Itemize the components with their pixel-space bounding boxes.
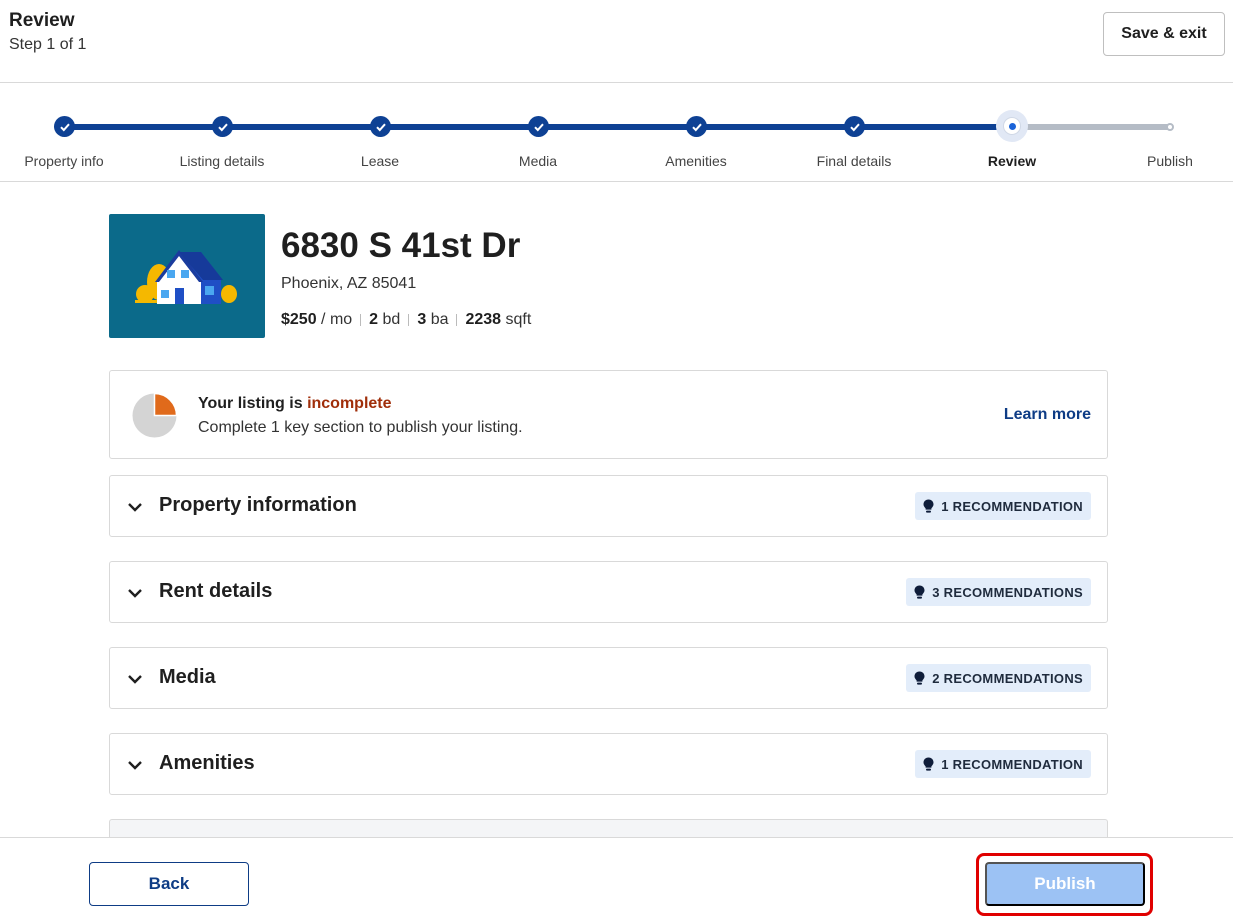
step-label-lease[interactable]: Lease xyxy=(361,153,399,169)
section-media[interactable]: Media 2 RECOMMENDATIONS xyxy=(109,647,1108,709)
progress-stepper: Property info Listing details Lease Medi… xyxy=(0,83,1233,182)
status-title-prefix: Your listing is xyxy=(198,395,303,412)
step-indicator: Step 1 of 1 xyxy=(9,36,87,53)
publish-button[interactable]: Publish xyxy=(985,862,1145,906)
recommendation-count: 1 RECOMMENDATION xyxy=(941,756,1083,772)
pie-progress-icon xyxy=(132,393,177,438)
step-review-current-icon xyxy=(996,110,1028,142)
section-title: Amenities xyxy=(159,752,255,774)
step-final-details-check-icon[interactable] xyxy=(844,116,865,137)
step-label-review: Review xyxy=(987,153,1037,169)
step-amenities-check-icon[interactable] xyxy=(686,116,707,137)
recommendation-badge: 1 RECOMMENDATION xyxy=(915,492,1091,520)
chevron-down-icon[interactable] xyxy=(126,584,144,602)
step-property-info-check-icon[interactable] xyxy=(54,116,75,137)
step-label-final-details[interactable]: Final details xyxy=(817,153,892,169)
recommendation-count: 1 RECOMMENDATION xyxy=(941,498,1083,514)
learn-more-link[interactable]: Learn more xyxy=(1004,406,1091,424)
property-thumbnail xyxy=(109,214,265,338)
chevron-down-icon[interactable] xyxy=(126,756,144,774)
page-title: Review xyxy=(9,10,75,31)
listing-status-card: Your listing is incomplete Complete 1 ke… xyxy=(109,370,1108,459)
recommendation-count: 2 RECOMMENDATIONS xyxy=(932,670,1083,686)
recommendation-count: 3 RECOMMENDATIONS xyxy=(932,584,1083,600)
save-exit-button[interactable]: Save & exit xyxy=(1103,12,1225,56)
page-header: Review Step 1 of 1 Save & exit xyxy=(0,0,1233,83)
section-amenities[interactable]: Amenities 1 RECOMMENDATION xyxy=(109,733,1108,795)
lightbulb-icon xyxy=(923,499,934,513)
step-publish-dot-icon xyxy=(1166,123,1174,131)
stepper-track-remaining xyxy=(1012,124,1170,130)
lightbulb-icon xyxy=(923,757,934,771)
sqft-unit: sqft xyxy=(505,311,532,328)
baths-value: 3 xyxy=(417,311,427,328)
sqft-value: 2238 xyxy=(465,311,502,328)
beds-unit: bd xyxy=(382,311,401,328)
step-label-media[interactable]: Media xyxy=(519,153,557,169)
section-property-information[interactable]: Property information 1 RECOMMENDATION xyxy=(109,475,1108,537)
section-title: Property information xyxy=(159,494,357,516)
page-footer: Back Publish xyxy=(0,837,1233,923)
rent-unit: / mo xyxy=(321,311,353,328)
property-city: Phoenix, AZ 85041 xyxy=(281,275,417,292)
recommendation-badge: 2 RECOMMENDATIONS xyxy=(906,664,1091,692)
step-listing-details-check-icon[interactable] xyxy=(212,116,233,137)
rent-value: $250 xyxy=(281,311,317,328)
property-address: 6830 S 41st Dr xyxy=(281,226,521,265)
beds-value: 2 xyxy=(369,311,379,328)
status-subtitle: Complete 1 key section to publish your l… xyxy=(198,419,523,436)
step-media-check-icon[interactable] xyxy=(528,116,549,137)
section-rent-details[interactable]: Rent details 3 RECOMMENDATIONS xyxy=(109,561,1108,623)
step-label-publish: Publish xyxy=(1147,153,1193,169)
step-label-property-info[interactable]: Property info xyxy=(24,153,103,169)
recommendation-badge: 3 RECOMMENDATIONS xyxy=(906,578,1091,606)
recommendation-badge: 1 RECOMMENDATION xyxy=(915,750,1091,778)
property-facts: $250 / mo 2 bd 3 ba 2238 sqft xyxy=(281,311,531,329)
status-title: Your listing is incomplete xyxy=(198,395,392,413)
step-label-listing-details[interactable]: Listing details xyxy=(180,153,265,169)
step-label-amenities[interactable]: Amenities xyxy=(665,153,726,169)
chevron-down-icon[interactable] xyxy=(126,498,144,516)
section-title: Media xyxy=(159,666,216,688)
section-title: Rent details xyxy=(159,580,273,602)
lightbulb-icon xyxy=(914,671,925,685)
baths-unit: ba xyxy=(430,311,449,328)
back-button[interactable]: Back xyxy=(89,862,249,906)
house-illustration-icon xyxy=(135,250,237,304)
lightbulb-icon xyxy=(914,585,925,599)
step-lease-check-icon[interactable] xyxy=(370,116,391,137)
status-incomplete-label: incomplete xyxy=(307,395,392,412)
chevron-down-icon[interactable] xyxy=(126,670,144,688)
